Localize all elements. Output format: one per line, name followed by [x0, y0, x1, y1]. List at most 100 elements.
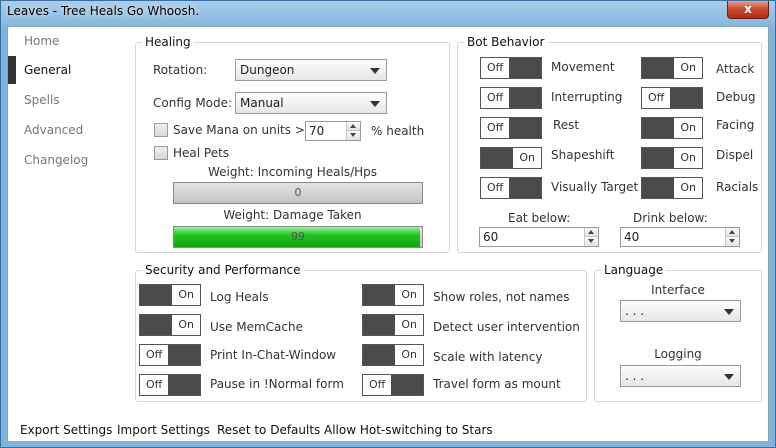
sidebar-nav: Home General Spells Advanced Changelog [8, 27, 128, 177]
toggle-state: On [401, 318, 417, 331]
stepper-up-icon[interactable] [347, 122, 360, 131]
print-in-chat-label: Print In-Chat-Window [210, 348, 337, 362]
reset-defaults-link[interactable]: Reset to Defaults [217, 423, 320, 437]
toggle-state: Off [146, 378, 163, 391]
close-icon: x [744, 2, 752, 16]
save-mana-value: 70 [309, 124, 325, 138]
facing-label: Facing [716, 118, 755, 132]
save-mana-stepper[interactable]: 70 [305, 121, 361, 141]
stepper-down-icon[interactable] [347, 131, 360, 140]
eat-below-label: Eat below: [508, 211, 571, 225]
toggle-state: Off [487, 91, 504, 104]
save-mana-unit: % health [371, 124, 425, 138]
use-memcache-toggle[interactable]: On [139, 314, 201, 336]
travel-form-as-mount-toggle[interactable]: Off [362, 374, 424, 396]
shapeshift-toggle[interactable]: On [480, 147, 542, 169]
rest-toggle[interactable]: Off [480, 117, 542, 139]
heal-pets-label: Heal Pets [173, 146, 230, 160]
logging-language-select[interactable]: . . . [620, 365, 741, 387]
title-bar[interactable]: Leaves - Tree Heals Go Whoosh. x [1, 1, 775, 23]
config-mode-label: Config Mode: [153, 96, 233, 110]
security-group: Security and Performance On Log Heals On… [135, 263, 587, 402]
detect-user-intervention-toggle[interactable]: On [362, 314, 424, 336]
use-memcache-label: Use MemCache [210, 320, 303, 334]
movement-toggle[interactable]: Off [480, 57, 542, 79]
racials-toggle[interactable]: On [641, 177, 703, 199]
language-group-title: Language [601, 263, 667, 277]
toggle-state: On [401, 348, 417, 361]
weight-damage-label: Weight: Damage Taken [223, 208, 362, 222]
healing-group-title: Healing [142, 35, 194, 49]
stepper-up-icon[interactable] [585, 228, 598, 237]
scale-with-latency-toggle[interactable]: On [362, 344, 424, 366]
export-settings-link[interactable]: Export Settings [20, 423, 112, 437]
save-mana-label: Save Mana on units >= [173, 123, 315, 137]
facing-toggle[interactable]: On [641, 117, 703, 139]
movement-label: Movement [551, 60, 615, 74]
save-mana-checkbox[interactable] [154, 123, 168, 137]
debug-label: Debug [716, 90, 756, 104]
drink-below-stepper[interactable]: 40 [620, 227, 740, 247]
toggle-state: On [680, 61, 696, 74]
nav-item-advanced[interactable]: Advanced [8, 116, 126, 144]
bot-behavior-group: Bot Behavior Off Movement Off Interrupti… [457, 35, 762, 253]
shapeshift-label: Shapeshift [551, 148, 615, 162]
window-title: Leaves - Tree Heals Go Whoosh. [7, 4, 200, 18]
log-heals-toggle[interactable]: On [139, 284, 201, 306]
close-button[interactable]: x [727, 1, 769, 19]
import-settings-link[interactable]: Import Settings [117, 423, 210, 437]
nav-item-home[interactable]: Home [8, 27, 126, 55]
weight-incoming-value: 0 [294, 186, 302, 199]
weight-incoming-slider[interactable]: 0 [173, 182, 423, 204]
dispel-toggle[interactable]: On [641, 147, 703, 169]
interrupting-toggle[interactable]: Off [480, 87, 542, 109]
client-area: Home General Spells Advanced Changelog H… [7, 26, 769, 442]
attack-toggle[interactable]: On [641, 57, 703, 79]
visually-target-toggle[interactable]: Off [480, 177, 542, 199]
toggle-state: On [178, 288, 194, 301]
config-mode-select[interactable]: Manual [235, 92, 387, 114]
scale-with-latency-label: Scale with latency [433, 350, 543, 364]
weight-incoming-label: Weight: Incoming Heals/Hps [207, 165, 378, 179]
rotation-select[interactable]: Dungeon [235, 59, 387, 81]
hot-switching-link[interactable]: Allow Hot-switching to Stars [324, 423, 493, 437]
interrupting-label: Interrupting [551, 90, 623, 104]
chevron-down-icon [370, 68, 380, 74]
toggle-state: Off [487, 181, 504, 194]
detect-user-intervention-label: Detect user intervention [433, 320, 580, 334]
nav-item-spells[interactable]: Spells [8, 86, 126, 114]
interface-language-select[interactable]: . . . [620, 300, 741, 322]
debug-toggle[interactable]: Off [641, 87, 703, 109]
pause-in-normal-form-toggle[interactable]: Off [139, 374, 201, 396]
toggle-state: On [680, 151, 696, 164]
dispel-label: Dispel [716, 148, 754, 162]
stepper-down-icon[interactable] [585, 237, 598, 246]
show-roles-toggle[interactable]: On [362, 284, 424, 306]
nav-item-general[interactable]: General [8, 56, 126, 84]
toggle-state: On [519, 151, 535, 164]
eat-below-stepper[interactable]: 60 [479, 227, 599, 247]
drink-below-value: 40 [624, 230, 640, 244]
healing-group: Healing Rotation: Dungeon Config Mode: M… [135, 35, 450, 253]
interface-language-value: . . . [625, 304, 645, 318]
rest-label: Rest [553, 118, 580, 132]
visually-target-label: Visually Target [551, 180, 639, 194]
weight-damage-value: 99 [291, 230, 305, 243]
heal-pets-checkbox[interactable] [154, 146, 168, 160]
app-window: Leaves - Tree Heals Go Whoosh. x Home Ge… [0, 0, 776, 448]
stepper-down-icon[interactable] [726, 237, 739, 246]
toggle-state: On [178, 318, 194, 331]
chevron-down-icon [724, 309, 734, 315]
print-in-chat-toggle[interactable]: Off [139, 344, 201, 366]
weight-damage-slider[interactable]: 99 [173, 226, 423, 248]
chevron-down-icon [370, 101, 380, 107]
toggle-state: On [401, 288, 417, 301]
toggle-state: Off [146, 348, 163, 361]
nav-item-changelog[interactable]: Changelog [8, 146, 126, 174]
toggle-state: On [680, 121, 696, 134]
travel-form-as-mount-label: Travel form as mount [433, 377, 561, 391]
show-roles-label: Show roles, not names [433, 290, 570, 304]
racials-label: Racials [716, 180, 759, 194]
stepper-up-icon[interactable] [726, 228, 739, 237]
chevron-down-icon [724, 374, 734, 380]
